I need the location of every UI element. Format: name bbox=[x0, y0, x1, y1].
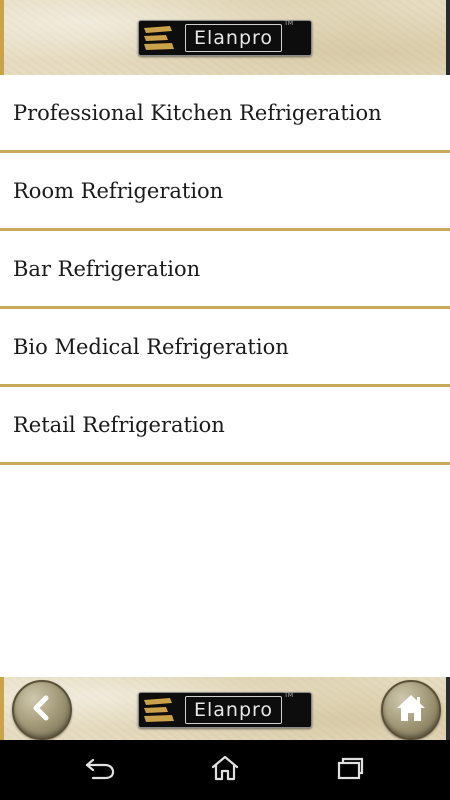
elanpro-logo-mark-icon bbox=[139, 21, 179, 55]
footer-logo-wordmark: Elanpro TM bbox=[185, 692, 293, 724]
logo-trademark: TM bbox=[284, 20, 294, 27]
back-button[interactable] bbox=[12, 680, 72, 740]
home-icon bbox=[395, 693, 427, 727]
elanpro-logo-mark-icon bbox=[139, 693, 179, 727]
footer-right-edge bbox=[446, 677, 450, 740]
system-nav-bar bbox=[0, 740, 450, 800]
header-right-edge bbox=[446, 0, 450, 75]
footer-logo-text: Elanpro bbox=[194, 699, 274, 721]
header-bar: Elanpro TM bbox=[0, 0, 450, 75]
header-left-edge bbox=[0, 0, 4, 75]
category-item-retail[interactable]: Retail Refrigeration bbox=[0, 387, 450, 465]
logo-text: Elanpro bbox=[194, 27, 274, 49]
footer-elanpro-logo: Elanpro TM bbox=[138, 692, 312, 728]
home-button[interactable] bbox=[381, 680, 441, 740]
system-home-button[interactable] bbox=[201, 752, 249, 788]
elanpro-logo: Elanpro TM bbox=[138, 20, 312, 56]
category-label: Retail Refrigeration bbox=[13, 412, 225, 437]
footer-logo-trademark: TM bbox=[284, 692, 294, 699]
home-outline-icon bbox=[210, 754, 240, 786]
back-arrow-icon bbox=[83, 756, 117, 784]
category-label: Bio Medical Refrigeration bbox=[13, 334, 289, 359]
footer-bar: Elanpro TM bbox=[0, 677, 450, 740]
category-label: Bar Refrigeration bbox=[13, 256, 201, 281]
category-item-professional-kitchen[interactable]: Professional Kitchen Refrigeration bbox=[0, 75, 450, 153]
system-back-button[interactable] bbox=[76, 752, 124, 788]
category-item-room[interactable]: Room Refrigeration bbox=[0, 153, 450, 231]
logo-wordmark: Elanpro TM bbox=[185, 20, 293, 52]
category-label: Professional Kitchen Refrigeration bbox=[13, 100, 382, 125]
category-list: Professional Kitchen Refrigeration Room … bbox=[0, 75, 450, 465]
category-label: Room Refrigeration bbox=[13, 178, 224, 203]
footer-left-edge bbox=[0, 677, 4, 740]
category-item-bio-medical[interactable]: Bio Medical Refrigeration bbox=[0, 309, 450, 387]
category-item-bar[interactable]: Bar Refrigeration bbox=[0, 231, 450, 309]
recent-apps-icon bbox=[335, 755, 365, 785]
chevron-left-icon bbox=[27, 693, 57, 727]
system-recent-apps-button[interactable] bbox=[326, 752, 374, 788]
